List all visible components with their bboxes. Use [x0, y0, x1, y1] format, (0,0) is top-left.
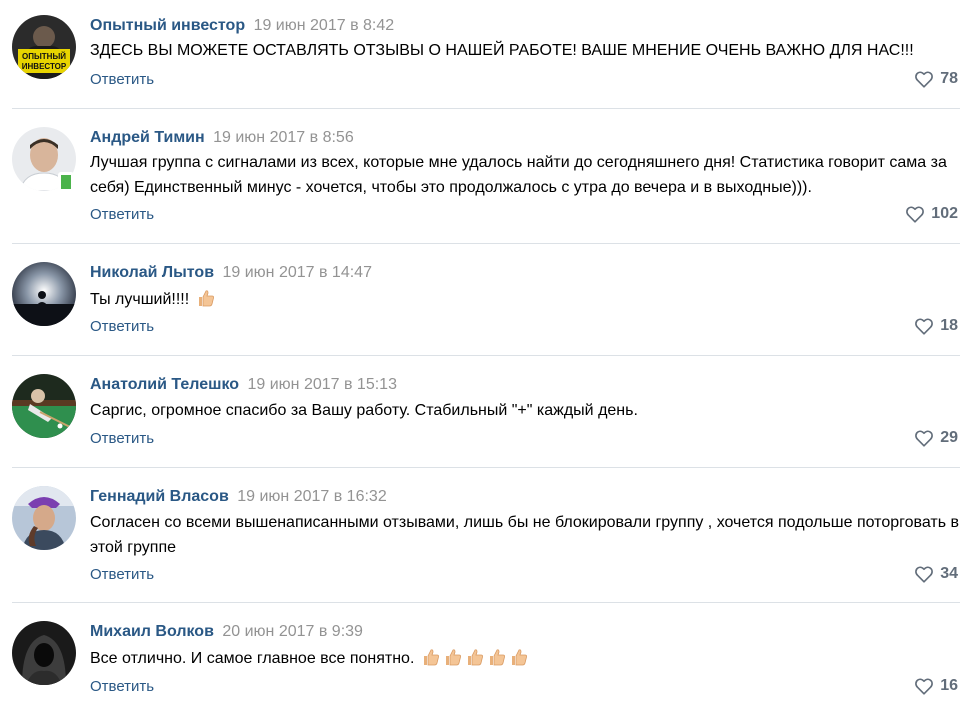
like-button[interactable]: 78 — [914, 70, 958, 88]
comment-text: Ты лучший!!!! — [90, 287, 965, 312]
comment-header: Геннадий Власов 19 июн 2017 в 16:32 — [90, 487, 387, 507]
avatar[interactable] — [12, 486, 76, 550]
heart-outline-icon — [906, 206, 925, 223]
comment-header: Андрей Тимин 19 июн 2017 в 8:56 — [90, 128, 354, 148]
comment-header: Николай Лытов 19 июн 2017 в 14:47 — [90, 263, 372, 283]
avatar-image — [12, 262, 76, 326]
author-name[interactable]: Михаил Волков — [90, 623, 214, 640]
comment-text: Согласен со всеми вышенаписанными отзыва… — [90, 510, 965, 560]
divider — [12, 602, 960, 603]
avatar[interactable] — [12, 621, 76, 685]
comment-date[interactable]: 19 июн 2017 в 15:13 — [247, 376, 396, 393]
reply-button[interactable]: Ответить — [90, 430, 154, 447]
author-name[interactable]: Николай Лытов — [90, 264, 214, 281]
thumbs-up-icon — [423, 649, 439, 666]
comment-text: Все отлично. И самое главное все понятно… — [90, 646, 965, 671]
comment-text: Лучшая группа с сигналами из всех, котор… — [90, 150, 965, 200]
like-button[interactable]: 29 — [914, 429, 958, 447]
avatar-image — [12, 374, 76, 438]
author-name[interactable]: Геннадий Власов — [90, 488, 229, 505]
comment-text-content: Все отлично. И самое главное все понятно… — [90, 650, 415, 667]
comment-text: ЗДЕСЬ ВЫ МОЖЕТЕ ОСТАВЛЯТЬ ОТЗЫВЫ О НАШЕЙ… — [90, 38, 965, 63]
comment-header: Михаил Волков 20 июн 2017 в 9:39 — [90, 622, 363, 642]
avatar[interactable]: ОПЫТНЫЙ ИНВЕСТОР — [12, 15, 76, 79]
comment-date[interactable]: 19 июн 2017 в 14:47 — [222, 264, 371, 281]
reply-button[interactable]: Ответить — [90, 71, 154, 88]
thumbs-up-icon — [511, 649, 527, 666]
like-button[interactable]: 16 — [914, 677, 958, 695]
like-count: 78 — [940, 70, 958, 87]
comment-text-content: Ты лучший!!!! — [90, 291, 190, 308]
reply-button[interactable]: Ответить — [90, 318, 154, 335]
like-count: 102 — [931, 205, 958, 222]
avatar-text-line1: ОПЫТНЫЙ — [22, 52, 66, 61]
divider — [12, 467, 960, 468]
like-count: 18 — [940, 317, 958, 334]
thumbs-up-icon — [198, 290, 214, 307]
comment-date[interactable]: 19 июн 2017 в 16:32 — [237, 488, 386, 505]
comment-text-content: Согласен со всеми вышенаписанными отзыва… — [90, 514, 959, 556]
avatar-image — [12, 486, 76, 550]
author-name[interactable]: Анатолий Телешко — [90, 376, 239, 393]
heart-outline-icon — [915, 318, 934, 335]
avatar[interactable] — [12, 374, 76, 438]
thumbs-up-icon — [467, 649, 483, 666]
like-button[interactable]: 102 — [905, 205, 958, 223]
comment-text-content: Саргис, огромное спасибо за Вашу работу.… — [90, 402, 638, 419]
like-count: 34 — [940, 565, 958, 582]
thumbs-up-icon — [489, 649, 505, 666]
author-name[interactable]: Андрей Тимин — [90, 129, 205, 146]
comment-text-content: Лучшая группа с сигналами из всех, котор… — [90, 154, 947, 196]
avatar-image: ОПЫТНЫЙ ИНВЕСТОР — [12, 15, 76, 79]
avatar-text-line2: ИНВЕСТОР — [22, 62, 67, 71]
comment-date[interactable]: 20 июн 2017 в 9:39 — [222, 623, 363, 640]
like-count: 16 — [940, 677, 958, 694]
reply-button[interactable]: Ответить — [90, 566, 154, 583]
comment-text: Саргис, огромное спасибо за Вашу работу.… — [90, 398, 965, 423]
heart-outline-icon — [915, 678, 934, 695]
like-count: 29 — [940, 429, 958, 446]
comment-date[interactable]: 19 июн 2017 в 8:56 — [213, 129, 354, 146]
thumbs-up-icon — [445, 649, 461, 666]
reply-button[interactable]: Ответить — [90, 678, 154, 695]
heart-outline-icon — [915, 430, 934, 447]
comment-date[interactable]: 19 июн 2017 в 8:42 — [254, 17, 395, 34]
comment-header: Анатолий Телешко 19 июн 2017 в 15:13 — [90, 375, 397, 395]
reply-button[interactable]: Ответить — [90, 206, 154, 223]
online-mobile-icon — [58, 172, 74, 192]
divider — [12, 355, 960, 356]
divider — [12, 243, 960, 244]
heart-outline-icon — [915, 71, 934, 88]
like-button[interactable]: 34 — [914, 565, 958, 583]
avatar-image — [12, 621, 76, 685]
like-button[interactable]: 18 — [914, 317, 958, 335]
heart-outline-icon — [915, 566, 934, 583]
author-name[interactable]: Опытный инвестор — [90, 17, 245, 34]
divider — [12, 108, 960, 109]
comment-header: Опытный инвестор 19 июн 2017 в 8:42 — [90, 16, 394, 36]
avatar[interactable] — [12, 262, 76, 326]
comment-text-content: ЗДЕСЬ ВЫ МОЖЕТЕ ОСТАВЛЯТЬ ОТЗЫВЫ О НАШЕЙ… — [90, 42, 914, 59]
